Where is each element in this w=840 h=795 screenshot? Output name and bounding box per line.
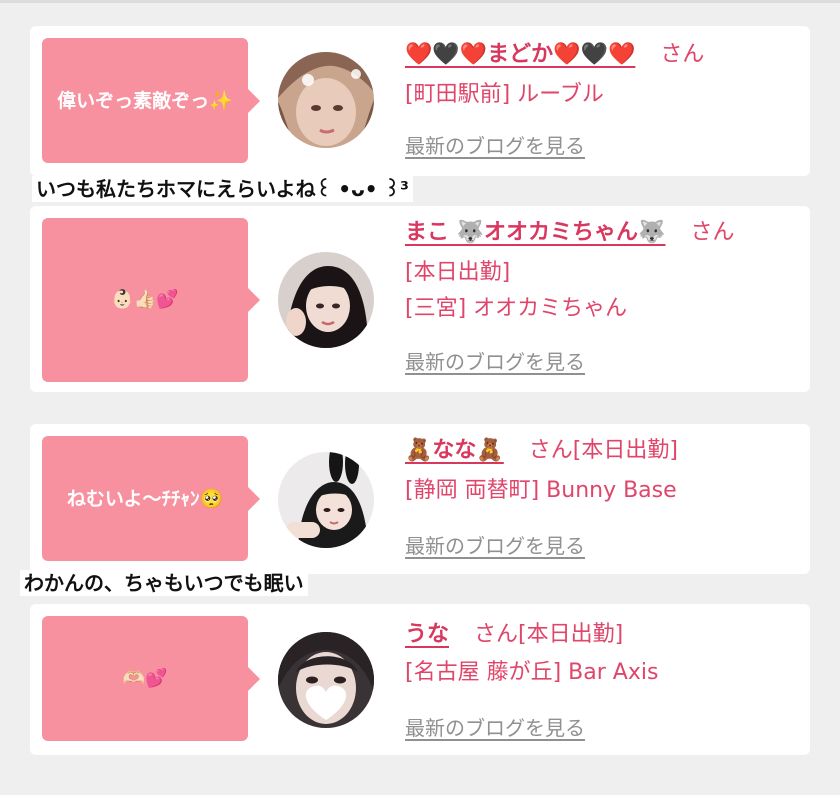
shop-info: [三宮] オオカミちゃん (405, 296, 628, 321)
message-text: 👶🏻👍🏻💕 (111, 289, 179, 310)
message-card: 🫶🏻💕 うな さん[本日出勤] [名古屋 藤が丘] Bar Axis 最新のブロ… (30, 604, 810, 755)
honorific: さん (690, 220, 735, 245)
latest-blog-link[interactable]: 最新のブログを見る (405, 530, 585, 559)
honorific-and-status: さん[本日出勤] (474, 622, 624, 647)
avatar-photo (278, 52, 374, 148)
cast-name-link[interactable]: ❤️🖤❤️まどか❤️🖤❤️ (405, 42, 635, 67)
shop-info: [静岡 両替町] Bunny Base (405, 478, 677, 503)
card-info: うな さん[本日出勤] [名古屋 藤が丘] Bar Axis 最新のブログを見る (405, 618, 800, 740)
card-info: まこ 🐺オオカミちゃん🐺 さん [本日出勤] [三宮] オオカミちゃん 最新のブ… (405, 216, 800, 374)
name-row: うな さん[本日出勤] (405, 618, 800, 652)
caption-text: わかんの、ちゃもいつでも眠い (20, 570, 308, 596)
name-row: ❤️🖤❤️まどか❤️🖤❤️ さん (405, 38, 800, 72)
shop-info: [町田駅前] ルーブル (405, 82, 604, 107)
message-bubble: 偉いぞっ素敵ぞっ✨ (42, 38, 260, 163)
avatar[interactable] (278, 452, 374, 548)
latest-blog-link[interactable]: 最新のブログを見る (405, 712, 585, 741)
message-bubble: 🫶🏻💕 (42, 616, 260, 741)
latest-blog-link[interactable]: 最新のブログを見る (405, 346, 585, 375)
message-text: 🫶🏻💕 (122, 667, 168, 689)
avatar-photo (278, 252, 374, 348)
message-text: ねむいよ〜ﾁﾁｬﾝ🥺 (66, 487, 224, 510)
card-info: 🧸なな🧸 さん[本日出勤] [静岡 両替町] Bunny Base 最新のブログ… (405, 434, 800, 558)
top-divider (0, 0, 840, 3)
honorific: さん (660, 42, 705, 67)
caption-text: いつも私たちホマにえらいよね꒰ •ᴗ• ꒱³ (32, 176, 413, 202)
attendance-status: [本日出勤] (405, 260, 511, 285)
cast-name-link[interactable]: うな (405, 622, 449, 647)
avatar[interactable] (278, 252, 374, 348)
avatar-photo (278, 452, 374, 548)
honorific-and-status: さん[本日出勤] (528, 438, 678, 463)
message-card: 👶🏻👍🏻💕 まこ 🐺オオカミちゃん🐺 さん [本日出勤] [三宮] オオカミちゃ… (30, 206, 810, 392)
avatar[interactable] (278, 632, 374, 728)
name-row: まこ 🐺オオカミちゃん🐺 さん (405, 216, 800, 250)
message-card: 偉いぞっ素敵ぞっ✨ ❤️🖤❤️まどか❤️🖤❤️ さん [町田駅前] ルーブル 最… (30, 26, 810, 176)
avatar[interactable] (278, 52, 374, 148)
message-bubble: ねむいよ〜ﾁﾁｬﾝ🥺 (42, 436, 260, 561)
message-bubble: 👶🏻👍🏻💕 (42, 218, 260, 382)
card-info: ❤️🖤❤️まどか❤️🖤❤️ さん [町田駅前] ルーブル 最新のブログを見る (405, 38, 800, 158)
message-text: 偉いぞっ素敵ぞっ✨ (57, 89, 233, 112)
name-row: 🧸なな🧸 さん[本日出勤] (405, 434, 800, 468)
shop-info: [名古屋 藤が丘] Bar Axis (405, 660, 659, 685)
message-card: ねむいよ〜ﾁﾁｬﾝ🥺 🧸なな🧸 さん[本日出勤] [静岡 両替町] Bunny … (30, 424, 810, 574)
cast-name-link[interactable]: まこ 🐺オオカミちゃん🐺 (405, 220, 665, 245)
avatar-photo (278, 632, 374, 728)
latest-blog-link[interactable]: 最新のブログを見る (405, 130, 585, 159)
cast-name-link[interactable]: 🧸なな🧸 (405, 438, 504, 463)
